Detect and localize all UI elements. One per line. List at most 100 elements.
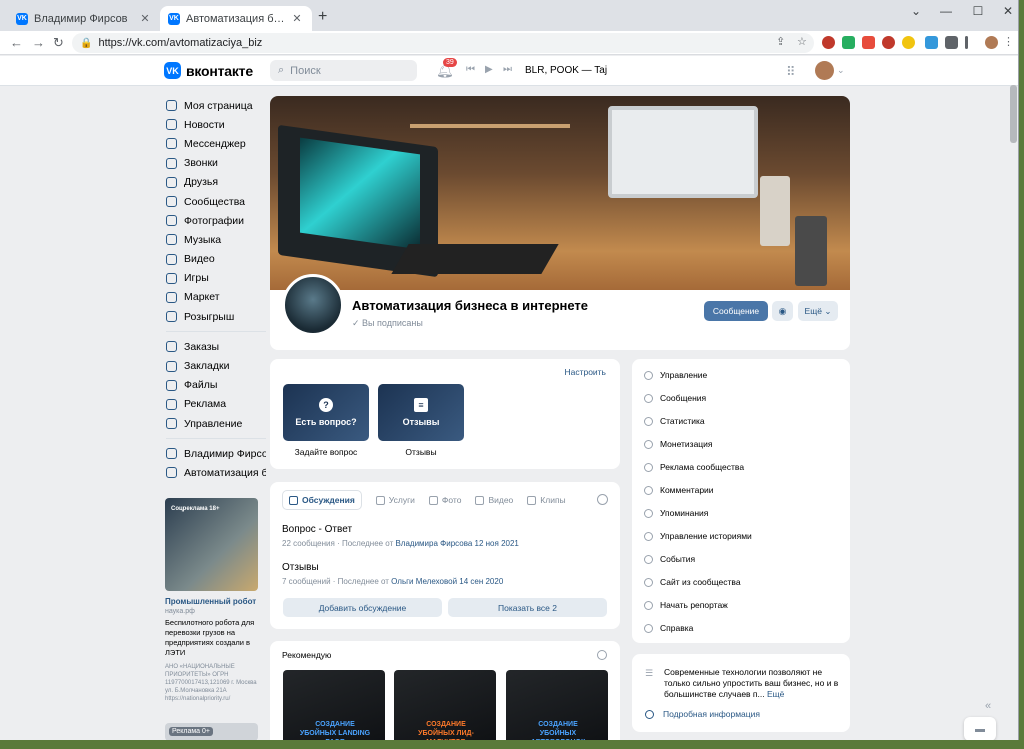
topic-author-link[interactable]: Ольги Мелеховой 14 сен 2020 bbox=[391, 577, 503, 586]
sidebar-item[interactable]: Файлы bbox=[166, 376, 266, 395]
sidebar-item[interactable]: Розыгрыш bbox=[166, 307, 266, 326]
tile-caption[interactable]: Отзывы bbox=[378, 447, 464, 457]
show-more-link[interactable]: Ещё bbox=[767, 689, 784, 699]
management-item[interactable]: Управление историями bbox=[644, 530, 752, 542]
chevron-down-icon[interactable]: ⌄ bbox=[837, 65, 845, 76]
discussion-topic[interactable]: Вопрос - Ответ 22 сообщения · Последнее … bbox=[282, 524, 519, 548]
tab-video[interactable]: Видео bbox=[475, 490, 513, 510]
sidebar-item[interactable]: Заказы bbox=[166, 337, 266, 356]
recommended-item[interactable]: СОЗДАНИЕ УБОЙНЫХ LANDING PAGE bbox=[283, 670, 385, 740]
notifications-button[interactable]: 🔔︎ 39 bbox=[436, 58, 457, 79]
extension-icon[interactable] bbox=[925, 36, 938, 49]
sidebar-item[interactable]: Сообщества bbox=[166, 192, 266, 211]
url-field[interactable]: 🔒 https://vk.com/avtomatizaciya_biz bbox=[72, 33, 814, 53]
management-item[interactable]: Статистика bbox=[644, 415, 705, 427]
more-info-link[interactable]: Подробная информация bbox=[645, 709, 760, 719]
recommended-item[interactable]: СОЗДАНИЕ УБОЙНЫХ ЛИД-МАГНИТОВ bbox=[394, 670, 496, 740]
apps-grid-icon[interactable]: ⠿ bbox=[786, 64, 796, 80]
management-item[interactable]: Реклама сообщества bbox=[644, 461, 744, 473]
back-icon[interactable]: ← bbox=[10, 35, 23, 50]
close-tab-icon[interactable]: ✕ bbox=[138, 12, 152, 25]
tab-discussions[interactable]: Обсуждения bbox=[282, 490, 362, 510]
forward-icon[interactable]: → bbox=[32, 35, 45, 50]
vk-logo[interactable]: VK вконтакте bbox=[164, 62, 253, 79]
chat-button[interactable]: ▬ bbox=[964, 717, 996, 740]
sidebar-ad-2[interactable]: Реклама 0+ bbox=[165, 723, 258, 740]
sidebar-item[interactable]: Мессенджер bbox=[166, 134, 266, 153]
sidebar-ad[interactable]: Соцреклама 18+ Промышленный робот наука.… bbox=[165, 498, 260, 703]
extension-icon[interactable] bbox=[842, 36, 855, 49]
sidebar-item[interactable]: Автоматизация б... bbox=[166, 463, 266, 482]
call-button[interactable]: ◉ bbox=[772, 301, 793, 321]
subscribed-status[interactable]: ✓ Вы подписаны bbox=[352, 318, 423, 329]
close-window-icon[interactable]: ✕ bbox=[994, 4, 1018, 18]
new-tab-button[interactable]: + bbox=[318, 8, 327, 26]
search-input[interactable]: ⌕ Поиск bbox=[270, 60, 417, 81]
tab-search-icon[interactable]: ⌄ bbox=[902, 4, 930, 18]
ask-question-tile[interactable]: ? Есть вопрос? bbox=[283, 384, 369, 441]
ad-title[interactable]: Промышленный робот bbox=[165, 597, 260, 606]
extension-icon[interactable] bbox=[862, 36, 875, 49]
management-item[interactable]: Управление bbox=[644, 369, 707, 381]
sidebar-item[interactable]: Фотографии bbox=[166, 211, 266, 230]
configure-link[interactable]: Настроить bbox=[564, 367, 606, 377]
topic-title[interactable]: Вопрос - Ответ bbox=[282, 524, 519, 535]
group-avatar[interactable] bbox=[282, 274, 344, 336]
minimize-icon[interactable]: — bbox=[932, 4, 960, 18]
bookmark-star-icon[interactable]: ☆ bbox=[797, 35, 807, 48]
management-item[interactable]: Комментарии bbox=[644, 484, 714, 496]
collapse-icon[interactable]: « bbox=[985, 700, 991, 712]
reload-icon[interactable]: ↻ bbox=[53, 35, 64, 51]
sidebar-item[interactable]: Игры bbox=[166, 269, 266, 288]
management-item[interactable]: Упоминания bbox=[644, 507, 708, 519]
puzzle-icon[interactable] bbox=[945, 36, 958, 49]
maximize-icon[interactable]: ☐ bbox=[964, 4, 992, 18]
sidebar-item[interactable]: Друзья bbox=[166, 173, 266, 192]
reading-list-icon[interactable] bbox=[965, 36, 968, 49]
close-tab-icon[interactable]: ✕ bbox=[290, 12, 304, 25]
sidebar-item[interactable]: Новости bbox=[166, 115, 266, 134]
extension-icon[interactable] bbox=[822, 36, 835, 49]
add-discussion-button[interactable]: Добавить обсуждение bbox=[283, 598, 442, 617]
sidebar-item[interactable]: Реклама bbox=[166, 395, 266, 414]
management-item[interactable]: События bbox=[644, 553, 695, 565]
ad-image[interactable]: Соцреклама 18+ bbox=[165, 498, 258, 591]
management-item[interactable]: Справка bbox=[644, 622, 693, 634]
more-button[interactable]: Ещё ⌄ bbox=[798, 301, 838, 321]
recommended-item[interactable]: СОЗДАНИЕ УБОЙНЫХ АВТОВОРОНОК bbox=[506, 670, 608, 740]
previous-track-icon[interactable]: ⏮ bbox=[466, 64, 475, 75]
reviews-tile[interactable]: ≡ Отзывы bbox=[378, 384, 464, 441]
sidebar-item[interactable]: Закладки bbox=[166, 356, 266, 375]
tab-services[interactable]: Услуги bbox=[375, 490, 415, 510]
message-button[interactable]: Сообщение bbox=[704, 301, 768, 321]
sidebar-item[interactable]: Звонки bbox=[166, 154, 266, 173]
management-item[interactable]: Сайт из сообщества bbox=[644, 576, 741, 588]
sidebar-item[interactable]: Маркет bbox=[166, 288, 266, 307]
sidebar-item[interactable]: Видео bbox=[166, 250, 266, 269]
browser-tab[interactable]: VK Владимир Фирсов ✕ bbox=[8, 6, 160, 31]
next-track-icon[interactable]: ⏭ bbox=[503, 64, 512, 75]
extension-icon[interactable] bbox=[902, 36, 915, 49]
now-playing[interactable]: BLR, POOK — Taj bbox=[525, 65, 607, 76]
scrollbar-thumb[interactable] bbox=[1010, 85, 1017, 143]
topic-title[interactable]: Отзывы bbox=[282, 562, 503, 573]
discussion-topic[interactable]: Отзывы 7 сообщений · Последнее от Ольги … bbox=[282, 562, 503, 586]
share-icon[interactable]: ⇪ bbox=[776, 35, 785, 48]
play-icon[interactable]: ▶ bbox=[485, 64, 493, 75]
profile-avatar[interactable] bbox=[985, 36, 998, 49]
menu-icon[interactable]: ⋮ bbox=[1003, 35, 1014, 48]
avatar[interactable] bbox=[815, 61, 834, 80]
tile-caption[interactable]: Задайте вопрос bbox=[283, 447, 369, 457]
management-item[interactable]: Начать репортаж bbox=[644, 599, 728, 611]
sidebar-item[interactable]: Моя страница bbox=[166, 96, 266, 115]
sidebar-item[interactable]: Владимир Фирсов bbox=[166, 444, 266, 463]
topic-author-link[interactable]: Владимира Фирсова 12 ноя 2021 bbox=[395, 539, 518, 548]
sidebar-item[interactable]: Управление bbox=[166, 414, 266, 433]
tab-photos[interactable]: Фото bbox=[428, 490, 461, 510]
help-icon[interactable] bbox=[597, 650, 607, 660]
show-all-button[interactable]: Показать все 2 bbox=[448, 598, 607, 617]
tab-clips[interactable]: Клипы bbox=[527, 490, 566, 510]
settings-icon[interactable] bbox=[597, 494, 608, 505]
browser-tab-active[interactable]: VK Автоматизация бизнеса в инте ✕ bbox=[160, 6, 312, 31]
management-item[interactable]: Сообщения bbox=[644, 392, 706, 404]
